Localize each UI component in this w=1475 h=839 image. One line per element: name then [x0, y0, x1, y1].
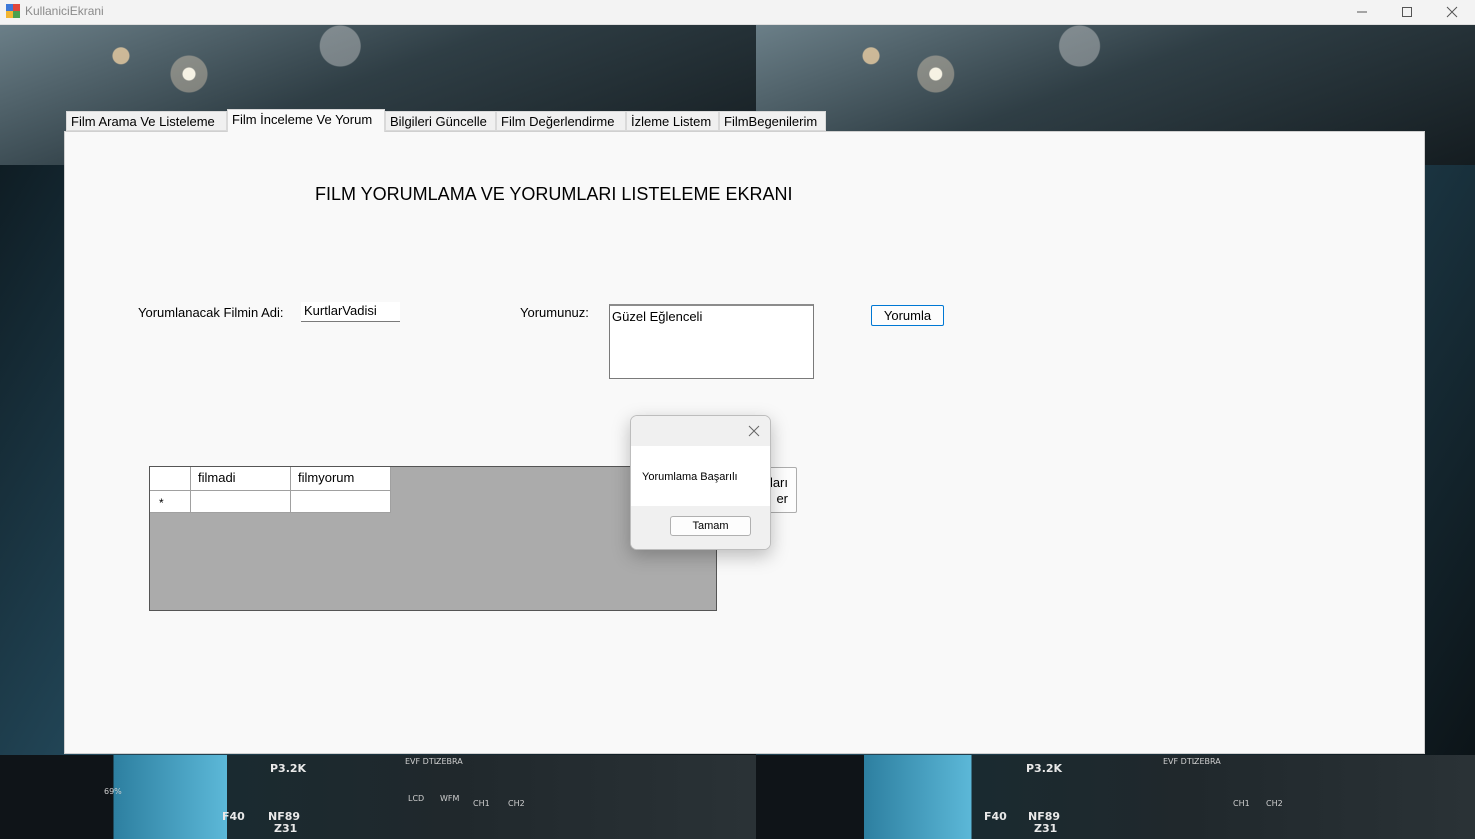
bg-text: CH2: [508, 799, 525, 808]
bg-text: ZEBRA: [436, 757, 463, 766]
tab-izleme-listem[interactable]: İzleme Listem: [626, 111, 719, 131]
bg-text: WFM: [440, 794, 460, 803]
bg-text: P3.2K: [1026, 762, 1063, 775]
bg-text: CH1: [1233, 799, 1250, 808]
close-icon: [748, 425, 760, 437]
bg-text: Z31: [1034, 822, 1058, 835]
page-title: FILM YORUMLAMA VE YORUMLARI LISTELEME EK…: [315, 184, 793, 204]
close-button[interactable]: [1429, 0, 1475, 24]
title-bar: KullaniciEkrani: [0, 0, 1475, 25]
bg-text: Z31: [274, 822, 298, 835]
tab-film-arama[interactable]: Film Arama Ve Listeleme: [66, 111, 227, 131]
grid-column-header[interactable]: filmyorum: [291, 467, 391, 491]
minimize-icon: [1357, 11, 1367, 13]
maximize-icon: [1402, 7, 1412, 17]
tab-bilgileri-guncelle[interactable]: Bilgileri Güncelle: [385, 111, 496, 131]
maximize-button[interactable]: [1384, 0, 1430, 24]
grid-cell[interactable]: [191, 491, 291, 513]
message-dialog: Yorumlama Başarılı Tamam: [630, 415, 771, 550]
grid-cell[interactable]: [291, 491, 391, 513]
dialog-close-button[interactable]: [746, 423, 762, 439]
minimize-button[interactable]: [1339, 0, 1385, 24]
tab-film-inceleme[interactable]: Film İnceleme Ve Yorum: [227, 109, 385, 132]
film-name-label: Yorumlanacak Filmin Adi:: [138, 305, 284, 320]
grid-corner-header: [150, 467, 191, 491]
bg-text: EVF DTL: [405, 757, 439, 766]
comment-label: Yorumunuz:: [520, 305, 589, 320]
grid-column-header[interactable]: filmadi: [191, 467, 291, 491]
ok-button[interactable]: Tamam: [670, 516, 751, 536]
film-name-input[interactable]: KurtlarVadisi: [301, 302, 400, 322]
bg-text: 69%: [104, 787, 122, 796]
app-icon: [6, 4, 20, 18]
comment-textarea[interactable]: Güzel Eğlenceli: [609, 304, 814, 379]
bg-text: CH2: [1266, 799, 1283, 808]
bg-text: ZEBRA: [1194, 757, 1221, 766]
bg-text: F40: [222, 810, 245, 823]
yorumla-button[interactable]: Yorumla: [871, 305, 944, 326]
bg-text: F40: [984, 810, 1007, 823]
dialog-message: Yorumlama Başarılı: [642, 471, 738, 483]
bg-text: CH1: [473, 799, 490, 808]
tab-film-degerlendirme[interactable]: Film Değerlendirme: [496, 111, 626, 131]
tab-film-begenilerim[interactable]: FilmBegenilerim: [719, 111, 826, 131]
grid-new-row-marker: *: [150, 491, 191, 513]
bg-text: P3.2K: [270, 762, 307, 775]
window-title: KullaniciEkrani: [25, 4, 104, 18]
close-icon: [1446, 6, 1458, 18]
bg-text: LCD: [408, 794, 425, 803]
bg-text: EVF DTL: [1163, 757, 1197, 766]
